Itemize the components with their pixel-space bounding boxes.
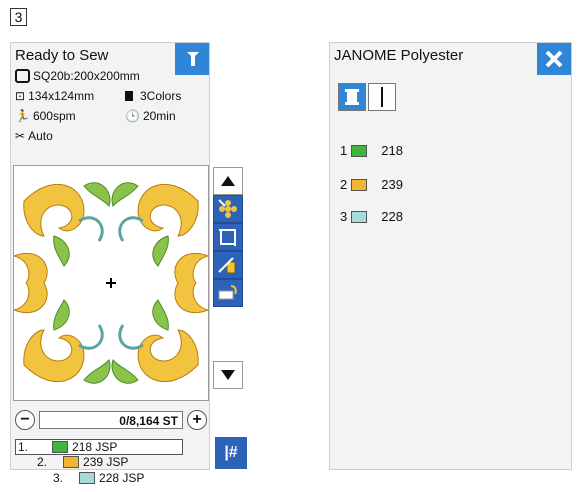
thread-code: 239 [381, 177, 403, 192]
tab-thread-color[interactable] [338, 83, 366, 111]
hoop-icon [15, 69, 30, 83]
minus-button[interactable]: − [15, 410, 35, 430]
center-crosshair [106, 278, 116, 288]
cut-info: ✂ Auto [15, 129, 53, 143]
thread-code: 218 JSP [72, 440, 118, 454]
thread-code: 228 [381, 209, 403, 224]
plus-button[interactable]: + [187, 410, 207, 430]
thread-number: 2. [37, 455, 48, 469]
color-swatch [351, 210, 368, 223]
hoop-info: SQ20b:200x200mm [15, 69, 140, 83]
trace-button[interactable] [213, 223, 243, 251]
jump-stitch-icon [218, 285, 237, 300]
embroidery-design [14, 182, 208, 384]
chart-row-1: 1 218 [340, 143, 403, 158]
thread-code: 228 JSP [99, 471, 145, 485]
color-swatch [63, 456, 80, 468]
spool-icon [125, 91, 133, 101]
ready-to-sew-panel: Ready to Sew SQ20b:200x200mm ⊡ 134x124mm… [10, 42, 247, 485]
step-number: 3 [10, 8, 27, 26]
stitch-jump-button[interactable]: |# [215, 437, 247, 469]
return-arrow-icon [187, 52, 199, 66]
tab-needle[interactable] [368, 83, 396, 111]
thread-number: 1 [340, 143, 348, 158]
color-select-button[interactable] [213, 195, 243, 223]
back-button[interactable] [175, 43, 209, 75]
thread-brand-title: JANOME Polyester [334, 47, 464, 64]
speed-info: 🏃 600spm [15, 109, 76, 123]
hoop-size: SQ20b:200x200mm [33, 69, 140, 83]
size-icon: ⊡ [15, 89, 26, 103]
thread-number: 1. [18, 440, 29, 454]
spool-icon [345, 89, 359, 105]
chart-row-2: 2 239 [340, 177, 403, 192]
scissors-icon: ✂ [15, 129, 26, 143]
panel-title: Ready to Sew [15, 47, 109, 64]
thread-row-3[interactable]: 3. 228 JSP [53, 471, 144, 485]
sewing-speed: 600spm [32, 109, 76, 123]
stitch-stepper: − 0/8,164 ST + [15, 407, 207, 433]
needle-icon [381, 87, 383, 107]
thread-row-2[interactable]: 2. 239 JSP [37, 455, 128, 469]
view-tabs [338, 83, 396, 111]
design-size-info: ⊡ 134x124mm [15, 89, 94, 103]
thread-number: 3. [53, 471, 64, 485]
thread-number: 3 [340, 209, 348, 224]
thread-row-1[interactable]: 1. 218 JSP [15, 439, 183, 455]
clock-icon: 🕒 [125, 109, 140, 123]
trace-frame-icon [219, 229, 236, 246]
scroll-down-button[interactable] [213, 361, 243, 389]
colors-info: 3Colors [125, 89, 181, 103]
chart-row-3: 3 228 [340, 209, 403, 224]
thread-code: 218 [381, 143, 403, 158]
triangle-down-icon [221, 370, 235, 380]
scroll-up-button[interactable] [213, 167, 243, 195]
triangle-up-icon [221, 176, 235, 186]
flower-color-icon [218, 199, 237, 218]
spool-cut-icon [218, 257, 236, 274]
time-info: 🕒 20min [125, 109, 176, 123]
thread-change-button[interactable] [213, 251, 243, 279]
sewing-time: 20min [142, 109, 176, 123]
thread-code: 239 JSP [83, 455, 129, 469]
color-count: 3Colors [140, 89, 182, 103]
design-size: 134x124mm [28, 89, 95, 103]
color-swatch [351, 144, 368, 157]
close-icon [545, 50, 563, 68]
color-swatch [79, 472, 96, 484]
color-swatch [52, 441, 69, 453]
thread-number: 2 [340, 177, 348, 192]
design-preview[interactable] [13, 165, 209, 401]
running-figure-icon: 🏃 [15, 109, 30, 123]
thread-chart-panel: JANOME Polyester 1 218 2 239 3 228 [329, 42, 572, 470]
jump-button[interactable] [213, 279, 243, 307]
close-button[interactable] [537, 43, 571, 75]
color-swatch [351, 178, 368, 191]
cut-mode: Auto [28, 129, 53, 143]
stitch-counter: 0/8,164 ST [39, 411, 183, 429]
